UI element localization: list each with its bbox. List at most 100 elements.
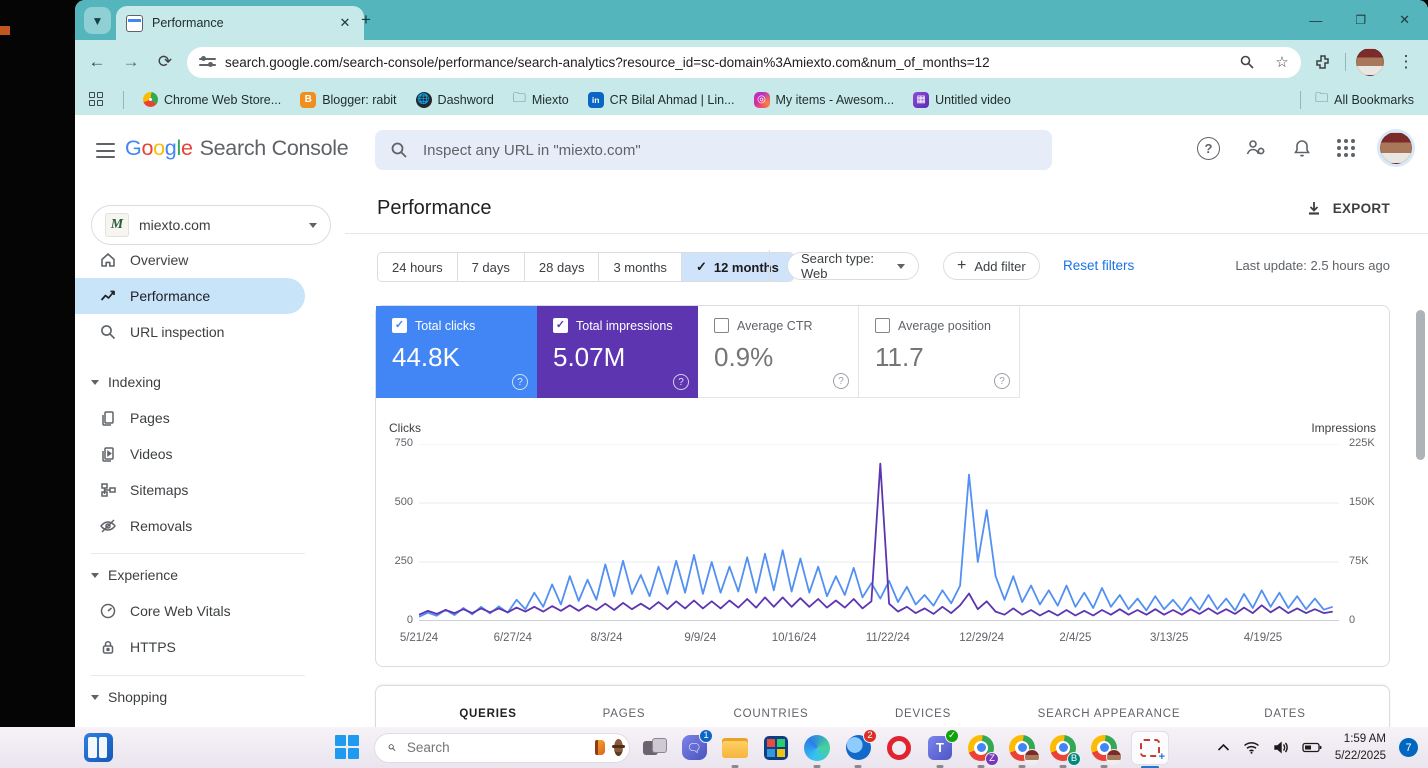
mail-app[interactable]: 2 bbox=[844, 728, 877, 768]
taskbar-clock[interactable]: 1:59 AM 5/22/2025 bbox=[1335, 731, 1386, 764]
sidebar-item-pages[interactable]: Pages bbox=[75, 400, 305, 436]
sidebar-item-removals[interactable]: Removals bbox=[75, 508, 305, 544]
account-avatar[interactable] bbox=[1380, 132, 1412, 164]
help-icon[interactable]: ? bbox=[673, 374, 689, 390]
checkbox-icon[interactable] bbox=[714, 318, 729, 333]
sidebar-item-https[interactable]: HTTPS bbox=[75, 629, 305, 665]
sidebar-section-shopping[interactable]: Shopping bbox=[75, 679, 305, 715]
chrome-profile-2-app[interactable] bbox=[1008, 734, 1040, 768]
notification-count-badge[interactable]: 7 bbox=[1399, 738, 1418, 757]
export-button[interactable]: EXPORT bbox=[1306, 200, 1390, 216]
metric-card-total-impressions[interactable]: ✓ Total impressions 5.07M ? bbox=[537, 306, 698, 398]
bookmark-item[interactable]: in CR Bilal Ahmad | Lin... bbox=[587, 91, 735, 108]
site-info-icon[interactable] bbox=[199, 56, 216, 69]
help-icon[interactable]: ? bbox=[833, 373, 849, 389]
snipping-tool-app-active[interactable] bbox=[1131, 730, 1169, 768]
sidebar-item-url-inspection[interactable]: URL inspection bbox=[75, 314, 305, 350]
search-in-page-icon[interactable] bbox=[1234, 54, 1260, 70]
gsc-logo[interactable]: Google Search Console bbox=[125, 136, 349, 161]
sidebar-section-experience[interactable]: Experience bbox=[75, 557, 305, 593]
tab-search-appearance[interactable]: SEARCH APPEARANCE bbox=[1038, 708, 1181, 720]
sidebar-item-videos[interactable]: Videos bbox=[75, 436, 305, 472]
task-view-button[interactable] bbox=[643, 737, 667, 758]
property-selector[interactable]: M miexto.com bbox=[91, 205, 331, 245]
file-explorer-app[interactable] bbox=[721, 734, 749, 768]
window-maximize-button[interactable]: ❐ bbox=[1355, 13, 1366, 27]
back-button[interactable]: ← bbox=[85, 50, 109, 74]
google-apps-grid-icon[interactable] bbox=[1337, 139, 1355, 157]
help-icon[interactable]: ? bbox=[512, 374, 528, 390]
url-text[interactable]: search.google.com/search-console/perform… bbox=[225, 55, 1225, 70]
microsoft-store-app[interactable] bbox=[762, 734, 790, 762]
address-bar[interactable]: search.google.com/search-console/perform… bbox=[187, 46, 1301, 78]
widgets-button[interactable] bbox=[84, 733, 113, 762]
tray-chevron-icon[interactable] bbox=[1217, 743, 1230, 752]
wifi-icon[interactable] bbox=[1243, 741, 1260, 754]
browser-tab[interactable]: Performance ✕ bbox=[116, 6, 364, 40]
bookmark-item[interactable]: ◎ My items - Awesom... bbox=[753, 91, 894, 108]
checkbox-icon[interactable]: ✓ bbox=[392, 318, 407, 333]
opera-app[interactable] bbox=[885, 734, 913, 762]
range-24-hours[interactable]: 24 hours bbox=[378, 253, 458, 281]
sidebar-item-overview[interactable]: Overview bbox=[75, 242, 305, 278]
tab-queries[interactable]: QUERIES bbox=[459, 708, 516, 720]
tab-pages[interactable]: PAGES bbox=[603, 708, 646, 720]
chrome-profile-4-app[interactable] bbox=[1090, 734, 1122, 768]
bookmark-item[interactable]: 🌐 Dashword bbox=[415, 91, 494, 108]
start-button[interactable] bbox=[335, 734, 361, 761]
tab-countries[interactable]: COUNTRIES bbox=[734, 708, 809, 720]
extensions-icon[interactable] bbox=[1311, 50, 1335, 74]
reset-filters-link[interactable]: Reset filters bbox=[1063, 258, 1134, 273]
range-3-months[interactable]: 3 months bbox=[599, 253, 682, 281]
teams-chat-app[interactable]: 🗨 1 bbox=[680, 728, 713, 762]
notifications-bell-icon[interactable] bbox=[1292, 138, 1312, 158]
user-settings-icon[interactable] bbox=[1245, 137, 1267, 159]
sidebar-item-performance[interactable]: Performance bbox=[75, 278, 305, 314]
chrome-profile-3-app[interactable]: B bbox=[1049, 734, 1081, 768]
taskbar-search-input[interactable] bbox=[404, 739, 586, 756]
checkbox-icon[interactable]: ✓ bbox=[553, 318, 568, 333]
help-icon[interactable]: ? bbox=[994, 373, 1010, 389]
range-12-months[interactable]: ✓ 12 months bbox=[681, 253, 793, 281]
help-icon[interactable]: ? bbox=[1197, 136, 1220, 160]
forward-button[interactable]: → bbox=[119, 50, 143, 74]
bookmark-apps-icon[interactable] bbox=[89, 92, 104, 107]
tab-devices[interactable]: DEVICES bbox=[895, 708, 951, 720]
window-minimize-button[interactable]: — bbox=[1309, 13, 1322, 28]
taskbar-search[interactable] bbox=[374, 732, 630, 763]
teams-app[interactable]: T ✓ bbox=[926, 728, 959, 768]
url-inspect-input[interactable] bbox=[421, 140, 1037, 160]
browser-profile-avatar[interactable] bbox=[1356, 48, 1384, 76]
bookmark-item[interactable]: ▦ Untitled video bbox=[913, 91, 1011, 108]
add-filter-chip[interactable]: + Add filter bbox=[943, 252, 1040, 280]
menu-hamburger-icon[interactable] bbox=[96, 143, 115, 163]
metric-card-average-ctr[interactable]: Average CTR 0.9% ? bbox=[698, 306, 859, 398]
sidebar-item-core-web-vitals[interactable]: Core Web Vitals bbox=[75, 593, 305, 629]
range-28-days[interactable]: 28 days bbox=[524, 253, 600, 281]
tab-close-icon[interactable]: ✕ bbox=[336, 14, 354, 32]
sidebar-section-indexing[interactable]: Indexing bbox=[75, 364, 305, 400]
tab-search-chevron-icon[interactable]: ▼ bbox=[84, 7, 111, 34]
tab-dates[interactable]: DATES bbox=[1264, 708, 1306, 720]
metric-card-average-position[interactable]: Average position 11.7 ? bbox=[859, 306, 1020, 398]
bookmark-star-icon[interactable]: ☆ bbox=[1269, 53, 1295, 71]
url-inspect-searchbox[interactable] bbox=[375, 130, 1052, 170]
page-scrollbar[interactable] bbox=[1416, 310, 1425, 460]
new-tab-button[interactable]: + bbox=[361, 10, 371, 30]
window-close-button[interactable]: ✕ bbox=[1399, 12, 1410, 28]
bookmark-item[interactable]: Chrome Web Store... bbox=[143, 92, 281, 107]
performance-line-chart[interactable] bbox=[419, 444, 1339, 621]
battery-icon[interactable] bbox=[1302, 742, 1322, 753]
sidebar-item-sitemaps[interactable]: Sitemaps bbox=[75, 472, 305, 508]
checkbox-icon[interactable] bbox=[875, 318, 890, 333]
volume-icon[interactable] bbox=[1273, 741, 1289, 754]
chrome-profile-1-app[interactable]: Z bbox=[967, 734, 999, 768]
bookmark-item[interactable]: B Blogger: rabit bbox=[300, 91, 397, 108]
reload-button[interactable]: ⟳ bbox=[153, 50, 177, 74]
browser-menu-icon[interactable]: ⋮ bbox=[1394, 50, 1418, 74]
all-bookmarks-button[interactable]: 🗀 All Bookmarks bbox=[1315, 89, 1414, 111]
edge-app[interactable] bbox=[803, 734, 831, 768]
metric-card-total-clicks[interactable]: ✓ Total clicks 44.8K ? bbox=[376, 306, 537, 398]
range-7-days[interactable]: 7 days bbox=[457, 253, 525, 281]
bookmark-item[interactable]: 🗀 Miexto bbox=[513, 89, 569, 111]
